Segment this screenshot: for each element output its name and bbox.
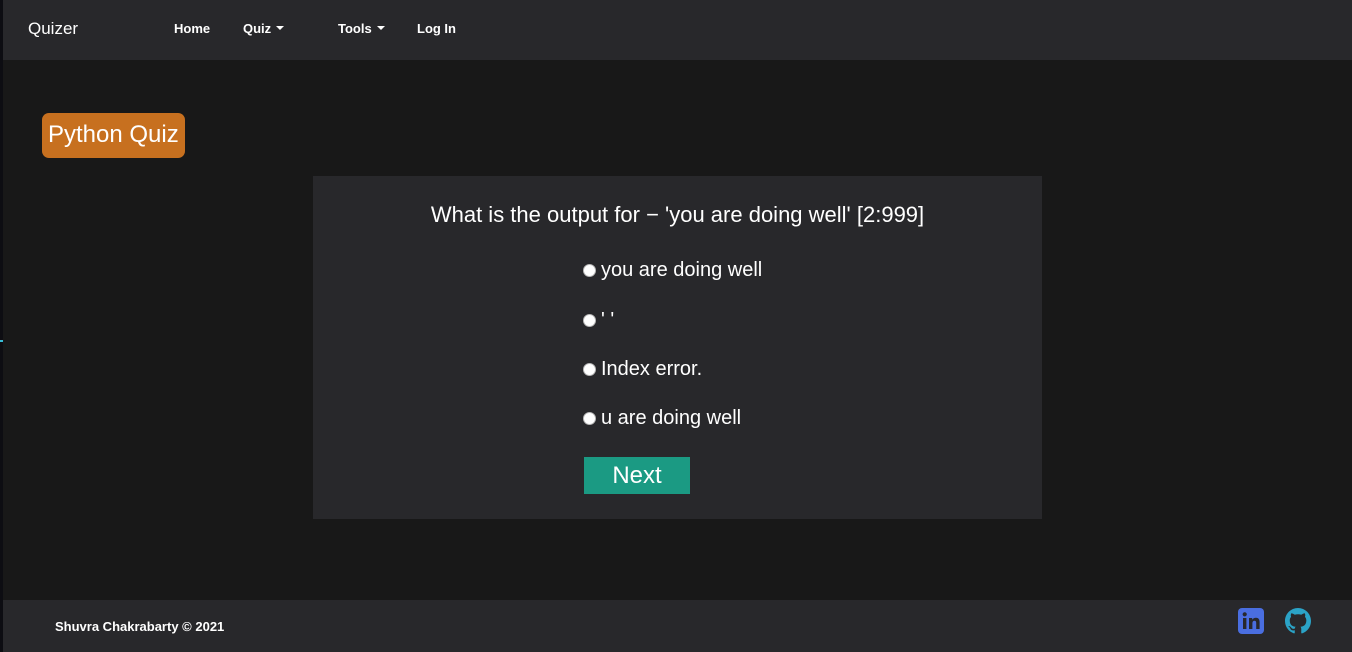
copyright-text: Shuvra Chakrabarty © 2021 xyxy=(55,619,225,634)
quiz-title-badge: Python Quiz xyxy=(42,113,185,158)
page-footer: Shuvra Chakrabarty © 2021 xyxy=(3,600,1352,652)
answer-option-4[interactable]: u are doing well xyxy=(583,405,741,431)
nav-tools-label: Tools xyxy=(338,21,372,36)
answer-option-1[interactable]: you are doing well xyxy=(583,257,762,283)
answer-option-2[interactable]: ' ' xyxy=(583,307,614,333)
window-left-edge xyxy=(0,0,3,652)
edge-marker xyxy=(0,340,3,342)
nav-login-link[interactable]: Log In xyxy=(417,21,456,36)
radio-button[interactable] xyxy=(583,362,596,376)
option-label: Index error. xyxy=(601,357,703,380)
option-label: ' ' xyxy=(601,308,615,331)
brand-logo[interactable]: Quizer xyxy=(28,19,78,39)
linkedin-icon[interactable] xyxy=(1238,608,1264,634)
radio-button[interactable] xyxy=(583,313,596,327)
option-label: you are doing well xyxy=(601,258,763,281)
nav-home-link[interactable]: Home xyxy=(174,21,210,36)
radio-button[interactable] xyxy=(583,263,596,277)
answer-option-3[interactable]: Index error. xyxy=(583,356,702,382)
github-icon[interactable] xyxy=(1285,608,1311,634)
option-label: u are doing well xyxy=(601,406,742,429)
radio-button[interactable] xyxy=(583,411,596,425)
nav-quiz-dropdown[interactable]: Quiz xyxy=(243,21,285,36)
question-card: What is the output for − 'you are doing … xyxy=(313,176,1042,519)
caret-down-icon xyxy=(276,26,285,30)
nav-quiz-label: Quiz xyxy=(243,21,272,36)
nav-tools-dropdown[interactable]: Tools xyxy=(338,21,385,36)
top-navbar: Quizer Home Quiz Tools Log In xyxy=(3,0,1352,60)
caret-down-icon xyxy=(376,26,385,30)
question-text: What is the output for − 'you are doing … xyxy=(430,202,925,227)
next-button[interactable]: Next xyxy=(584,457,690,494)
